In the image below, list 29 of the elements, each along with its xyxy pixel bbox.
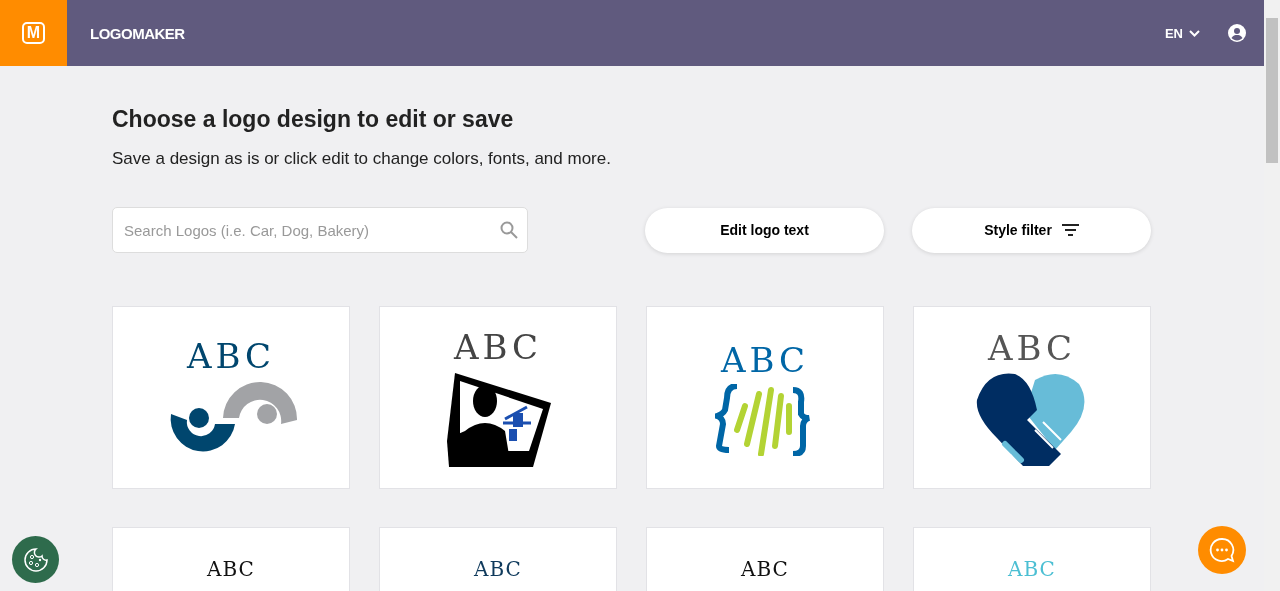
style-filter-button[interactable]: Style filter <box>912 207 1151 253</box>
chevron-down-icon <box>1189 29 1200 37</box>
logo-text: ABC <box>987 327 1077 368</box>
logo-text: ABC <box>474 556 522 581</box>
language-selector[interactable]: EN <box>1164 25 1200 41</box>
logo-text: ABC <box>720 339 810 380</box>
logo-text: ABC <box>186 335 276 376</box>
page-subheading: Save a design as is or click edit to change colors, fonts, and more. <box>112 149 612 169</box>
filter-icon <box>1061 224 1079 236</box>
chat-bubble-icon <box>1209 537 1235 563</box>
logo-text: ABC <box>207 556 255 581</box>
logo-text: ABC <box>741 556 789 581</box>
account-icon[interactable] <box>1228 24 1246 42</box>
logo-card[interactable]: ABC <box>379 306 617 489</box>
edit-text-button[interactable]: Edit logo text <box>645 207 884 253</box>
search-field[interactable]: Search Logos (i.e. Car, Dog, Bakery) <box>112 207 528 253</box>
search-icon <box>500 221 518 239</box>
brand-wordmark[interactable]: LOGOMAKER <box>90 24 185 42</box>
logo-card[interactable]: ABC <box>913 306 1151 489</box>
logo-card[interactable]: ABC <box>112 527 350 591</box>
cookie-settings-button[interactable] <box>12 536 59 583</box>
logo-text: ABC <box>1008 556 1056 581</box>
logo-card[interactable]: ABC <box>112 306 350 489</box>
page-heading: Choose a logo design to edit or save <box>112 106 515 133</box>
logo-card[interactable]: ABC <box>646 306 884 489</box>
logo-text: ABC <box>453 326 543 367</box>
logo-card[interactable]: ABC <box>646 527 884 591</box>
cookie-icon <box>22 546 49 573</box>
logo-card[interactable]: ABC <box>379 527 617 591</box>
